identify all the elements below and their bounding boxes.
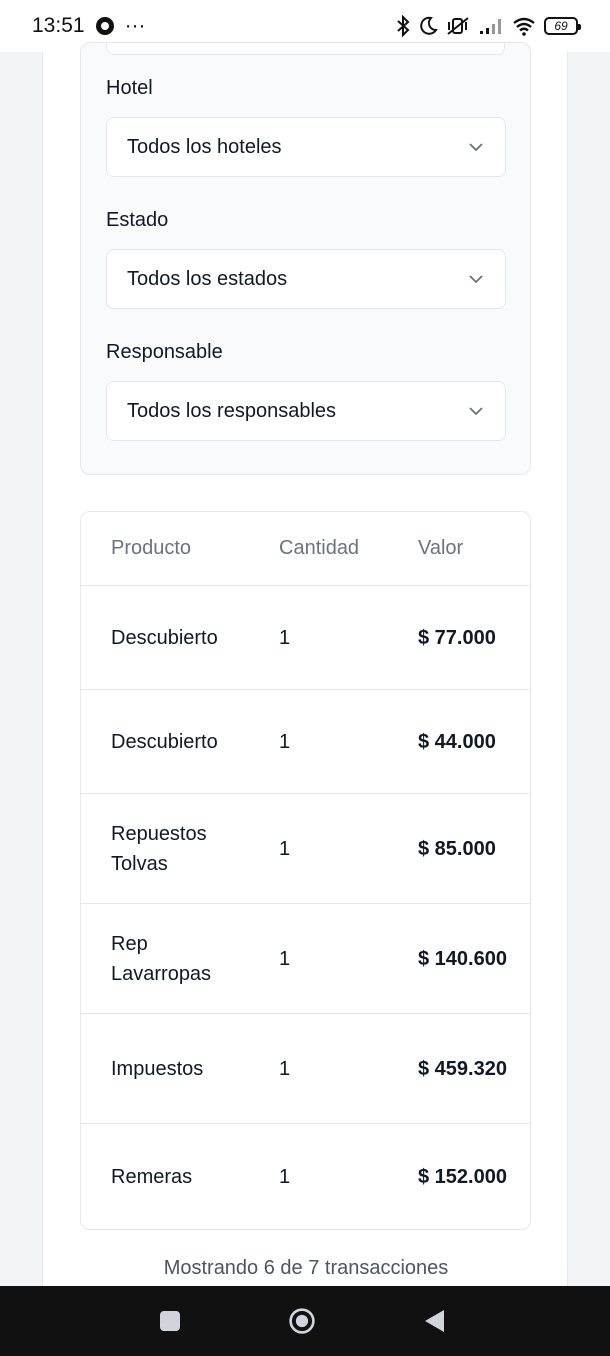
cell-producto: Repuestos Tolvas [111, 822, 207, 875]
more-notifications-icon: ··· [124, 14, 146, 37]
table-row[interactable]: Descubierto 1 $ 44.000 [81, 690, 530, 794]
signal-icon [478, 17, 504, 35]
responsable-select-value: Todos los responsables [127, 399, 337, 422]
filters-card: Hotel Todos los hoteles Estado Todos los… [80, 42, 531, 475]
table-row[interactable]: Descubierto 1 $ 77.000 [81, 586, 530, 690]
cell-valor: $ 44.000 [418, 730, 496, 753]
table-header: Producto Cantidad Valor [81, 512, 530, 586]
estado-select-value: Todos los estados [127, 267, 288, 290]
estado-filter-label: Estado [106, 209, 169, 231]
transactions-table: Producto Cantidad Valor Descubierto 1 $ … [80, 511, 531, 1230]
table-row[interactable]: Impuestos 1 $ 459.320 [81, 1014, 530, 1124]
cell-producto: Rep Lavarropas [111, 932, 212, 985]
vibrate-off-icon [446, 16, 470, 36]
cell-valor: $ 77.000 [418, 626, 496, 649]
status-time: 13:51 [32, 14, 85, 37]
cell-valor: $ 459.320 [418, 1057, 507, 1080]
wifi-icon [512, 16, 536, 36]
back-triangle-icon[interactable] [420, 1307, 448, 1335]
home-circle-icon[interactable] [288, 1307, 316, 1335]
chevron-down-icon [467, 138, 485, 156]
responsable-filter-label: Responsable [106, 341, 223, 363]
column-header-producto: Producto [111, 537, 192, 559]
cell-valor: $ 85.000 [418, 837, 496, 860]
hotel-select-value: Todos los hoteles [127, 135, 282, 158]
do-not-disturb-moon-icon [418, 16, 438, 36]
cell-cantidad: 1 [279, 947, 291, 970]
system-navigation-bar [0, 1286, 610, 1356]
chevron-down-icon [467, 402, 485, 420]
table-row[interactable]: Remeras 1 $ 152.000 [81, 1124, 530, 1229]
cell-cantidad: 1 [279, 837, 291, 860]
previous-select-edge[interactable] [106, 43, 505, 55]
hotel-filter-label: Hotel [106, 77, 153, 99]
responsable-select[interactable]: Todos los responsables [106, 381, 506, 441]
chevron-down-icon [467, 270, 485, 288]
cell-cantidad: 1 [279, 1166, 291, 1188]
cell-valor: $ 140.600 [418, 947, 507, 970]
battery-icon: 69 [544, 17, 581, 35]
cell-cantidad: 1 [279, 730, 291, 753]
cell-cantidad: 1 [279, 626, 291, 649]
column-header-cantidad: Cantidad [279, 537, 360, 559]
pagination-summary: Mostrando 6 de 7 transacciones [163, 1257, 449, 1279]
table-row[interactable]: Repuestos Tolvas 1 $ 85.000 [81, 794, 530, 904]
transactions-page: Hotel Todos los hoteles Estado Todos los… [42, 42, 568, 1286]
table-row[interactable]: Rep Lavarropas 1 $ 140.600 [81, 904, 530, 1014]
cell-cantidad: 1 [279, 1057, 291, 1080]
estado-select[interactable]: Todos los estados [106, 249, 506, 309]
cell-producto: Impuestos [111, 1057, 204, 1080]
cell-producto: Remeras [111, 1166, 193, 1188]
cell-producto: Descubierto [111, 626, 218, 649]
recents-square-icon[interactable] [156, 1307, 184, 1335]
cell-valor: $ 152.000 [418, 1166, 507, 1188]
cell-producto: Descubierto [111, 730, 218, 753]
hotel-select[interactable]: Todos los hoteles [106, 117, 506, 177]
app-notification-icon [95, 16, 115, 36]
bluetooth-icon [396, 15, 410, 37]
column-header-valor: Valor [418, 537, 464, 559]
